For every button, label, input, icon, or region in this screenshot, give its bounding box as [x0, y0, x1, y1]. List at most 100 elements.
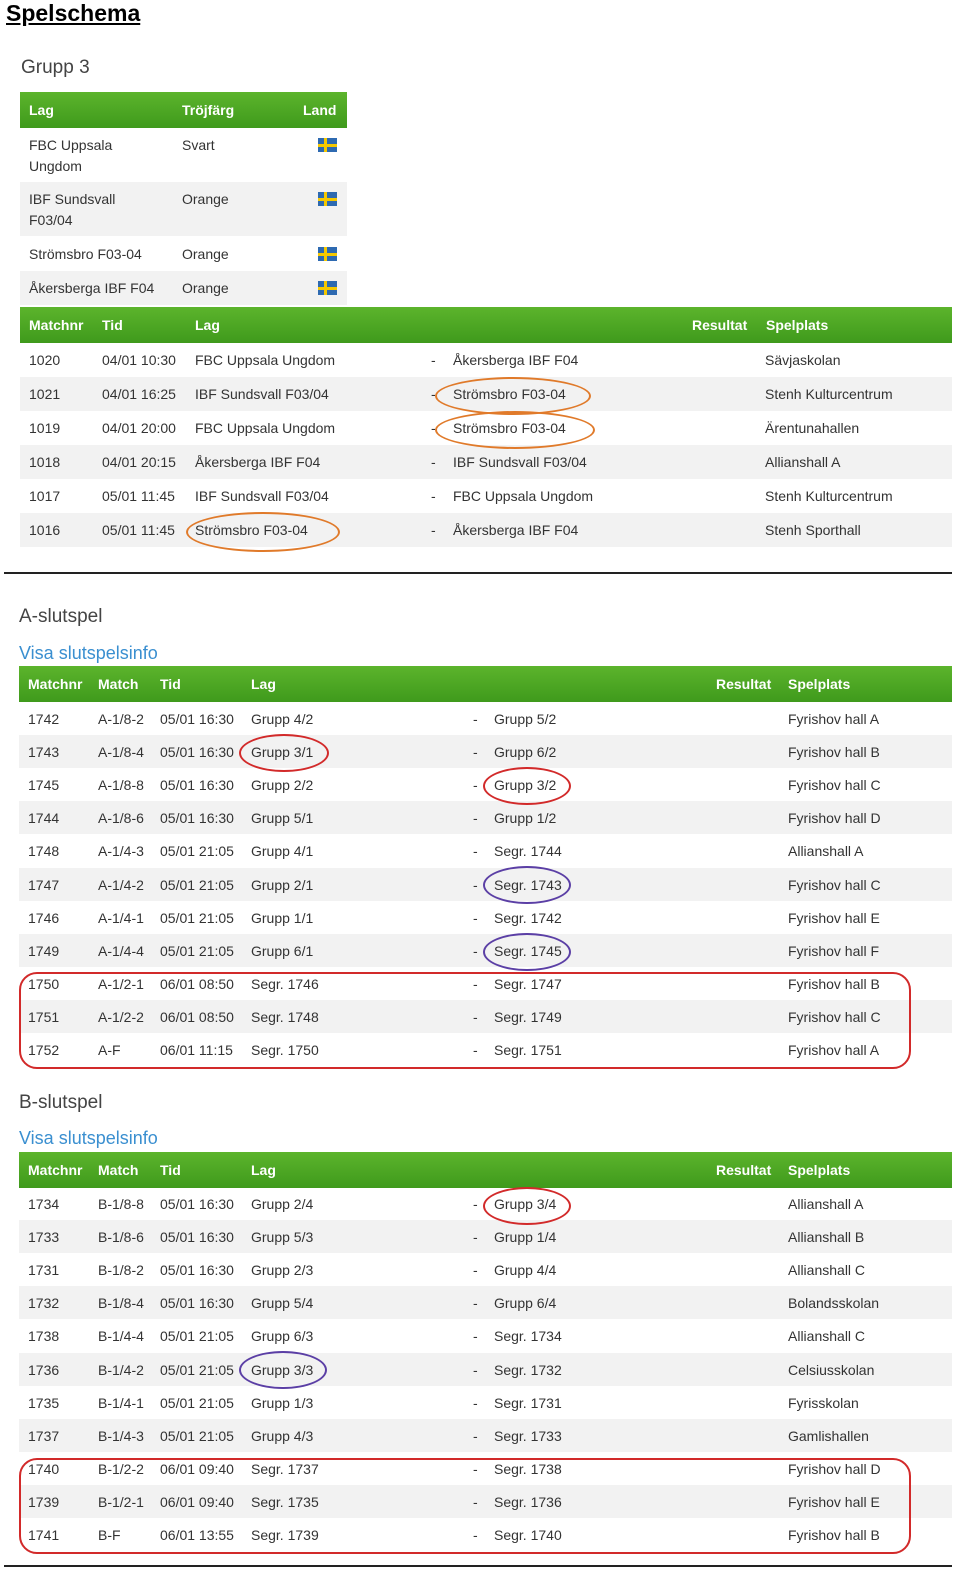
separator: -	[473, 810, 478, 827]
b-slutspel-header: Matchnr Match Tid Lag Resultat Spelplats	[19, 1152, 952, 1188]
match-number: 1734	[28, 1196, 60, 1212]
col-matchnr[interactable]: Matchnr	[28, 676, 82, 692]
team-color: Orange	[182, 191, 229, 207]
venue: Fyrishov hall B	[788, 744, 880, 761]
match-time: 05/01 21:05	[160, 843, 234, 860]
team-name: Strömsbro F03-04	[29, 246, 142, 262]
match-time: 05/01 16:30	[160, 1196, 234, 1212]
highlight-circle	[483, 866, 571, 904]
match-row[interactable]: 1737 B-1/4-3 05/01 21:05 Grupp 4/3 - Segr. 17…	[19, 1418, 952, 1452]
col-land[interactable]: Land	[303, 102, 336, 118]
col-spelplats[interactable]: Spelplats	[788, 1162, 850, 1178]
separator: -	[473, 942, 478, 959]
match-time: 05/01 21:05	[160, 1394, 234, 1411]
separator: -	[473, 1394, 478, 1411]
venue: Fyrishov hall C	[788, 777, 881, 794]
col-spelplats[interactable]: Spelplats	[766, 317, 828, 333]
match-time: 05/01 16:30	[160, 744, 234, 761]
col-matchnr[interactable]: Matchnr	[29, 317, 83, 333]
away-team: Segr. 1733	[494, 1427, 562, 1444]
match-row[interactable]: 1738 B-1/4-4 05/01 21:05 Grupp 6/3 - Segr. 17…	[19, 1319, 952, 1352]
match-row[interactable]: 1748 A-1/4-3 05/01 21:05 Grupp 4/1 - Segr. 17…	[19, 834, 952, 867]
match-number: 1018	[29, 454, 61, 470]
separator: -	[473, 1427, 478, 1444]
match-number: 1017	[29, 488, 61, 504]
match-number: 1021	[29, 386, 61, 402]
match-number: 1738	[28, 1328, 60, 1345]
match-row[interactable]: 1731 B-1/8-2 05/01 16:30 Grupp 2/3 - Grupp 4/…	[19, 1253, 952, 1286]
match-code: A-1/8-8	[98, 777, 144, 794]
sweden-flag-icon	[318, 281, 337, 295]
col-trojfarg[interactable]: Tröjfärg	[182, 102, 234, 118]
home-team: Grupp 6/1	[251, 942, 314, 959]
away-team: Grupp 1/2	[494, 810, 557, 827]
col-lag[interactable]: Lag	[29, 102, 54, 118]
col-tid[interactable]: Tid	[160, 1162, 181, 1178]
venue: Stenh Kulturcentrum	[765, 488, 893, 504]
match-time: 05/01 21:05	[160, 1328, 234, 1345]
match-row[interactable]: 1018 04/01 20:15 Åkersberga IBF F04 - IBF Su…	[20, 445, 952, 479]
match-row[interactable]: 1742 A-1/8-2 05/01 16:30 Grupp 4/2 - Grupp 5/…	[19, 702, 952, 735]
col-resultat[interactable]: Resultat	[716, 1162, 771, 1178]
sweden-flag-icon	[318, 247, 337, 261]
separator: -	[473, 1262, 478, 1279]
match-code: A-1/4-1	[98, 909, 144, 926]
venue: Celsiusskolan	[788, 1361, 875, 1378]
match-row[interactable]: 1016 05/01 11:45 Strömsbro F03-04- Åkersber…	[20, 513, 952, 547]
col-lag[interactable]: Lag	[195, 317, 220, 333]
match-time: 05/01 16:30	[160, 777, 234, 794]
match-row[interactable]: 1736 B-1/4-2 05/01 21:05 Grupp 3/3- Segr. 17…	[19, 1352, 952, 1386]
group-match-header: Matchnr Tid Lag Resultat Spelplats	[20, 307, 952, 343]
match-row[interactable]: 1017 05/01 11:45 IBF Sundsvall F03/04 - FBC …	[20, 479, 952, 513]
match-code: A-1/4-4	[98, 942, 144, 959]
away-team: Segr. 1734	[494, 1328, 562, 1345]
col-lag[interactable]: Lag	[251, 1162, 276, 1178]
match-row[interactable]: 1735 B-1/4-1 05/01 21:05 Grupp 1/3 - Segr. 17…	[19, 1386, 952, 1419]
separator: -	[473, 1361, 478, 1378]
col-tid[interactable]: Tid	[102, 317, 123, 333]
team-name: FBC Uppsala	[29, 137, 113, 153]
col-match[interactable]: Match	[98, 676, 138, 692]
away-team: Grupp 4/4	[494, 1262, 557, 1279]
home-team: IBF Sundsvall F03/04	[195, 488, 329, 504]
match-row[interactable]: 1744 A-1/8-6 05/01 16:30 Grupp 5/1 - Grupp 1/…	[19, 801, 952, 835]
venue: Allianshall C	[788, 1262, 866, 1279]
match-time: 05/01 16:30	[160, 1262, 234, 1279]
team-name: Ungdom	[29, 158, 82, 174]
col-tid[interactable]: Tid	[160, 676, 181, 692]
separator: -	[473, 1295, 478, 1312]
venue: Gamlishallen	[788, 1427, 869, 1444]
team-name: F03/04	[29, 212, 73, 228]
col-matchnr[interactable]: Matchnr	[28, 1162, 82, 1178]
venue: Allianshall B	[788, 1229, 865, 1246]
separator: -	[473, 1196, 478, 1212]
match-row[interactable]: 1020 04/01 10:30 FBC Uppsala Ungdom - Åkersb…	[20, 343, 952, 377]
venue: Fyrisskolan	[788, 1394, 859, 1411]
match-number: 1747	[28, 876, 60, 893]
match-row[interactable]: 1733 B-1/8-6 05/01 16:30 Grupp 5/3 - Grupp 1/…	[19, 1220, 952, 1254]
home-team: Grupp 5/3	[251, 1229, 314, 1246]
highlight-box	[19, 972, 911, 1069]
col-spelplats[interactable]: Spelplats	[788, 676, 850, 692]
a-slutspel-info-link[interactable]: Visa slutspelsinfo	[19, 643, 158, 664]
highlight-circle	[483, 1187, 571, 1225]
col-lag[interactable]: Lag	[251, 676, 276, 692]
match-number: 1736	[28, 1361, 60, 1378]
match-row[interactable]: 1732 B-1/8-4 05/01 16:30 Grupp 5/4 - Grupp 6/…	[19, 1286, 952, 1320]
away-team: Grupp 6/2	[494, 744, 557, 761]
b-slutspel-title: B-slutspel	[19, 1092, 103, 1113]
match-code: B-1/8-4	[98, 1295, 144, 1312]
team-table-header: Lag Tröjfärg Land	[20, 92, 347, 128]
team-color: Svart	[182, 137, 215, 153]
match-row[interactable]: 1746 A-1/4-1 05/01 21:05 Grupp 1/1 - Segr. 17…	[19, 901, 952, 934]
col-match[interactable]: Match	[98, 1162, 138, 1178]
b-slutspel-info-link[interactable]: Visa slutspelsinfo	[19, 1128, 158, 1149]
match-code: B-1/4-1	[98, 1394, 144, 1411]
a-slutspel-header: Matchnr Match Tid Lag Resultat Spelplats	[19, 666, 952, 702]
venue: Fyrishov hall A	[788, 711, 880, 727]
col-resultat[interactable]: Resultat	[716, 676, 771, 692]
match-row[interactable]: 1743 A-1/8-4 05/01 16:30 Grupp 3/1- Grupp 6/…	[19, 735, 952, 769]
col-resultat[interactable]: Resultat	[692, 317, 747, 333]
home-team: Grupp 2/1	[251, 876, 314, 893]
match-time: 05/01 21:05	[160, 1361, 234, 1378]
